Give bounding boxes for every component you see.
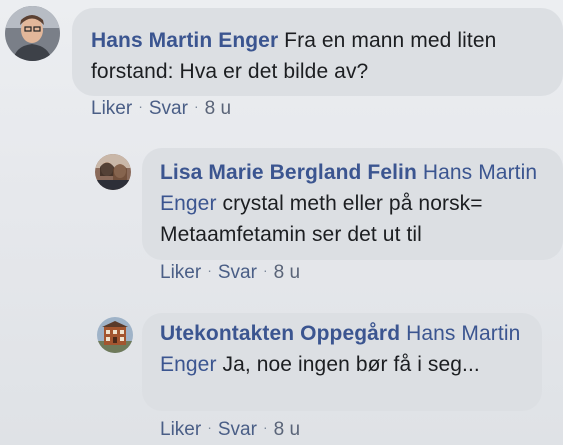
comment-body: Lisa Marie Bergland Felin Hans Martin En… xyxy=(160,157,555,250)
reply-button[interactable]: Svar xyxy=(218,419,257,440)
comment-author-link[interactable]: Utekontakten Oppegård xyxy=(160,322,400,345)
comment-actions: Liker · Svar · 8 u xyxy=(160,419,300,441)
comment-timestamp[interactable]: 8 u xyxy=(274,262,300,283)
avatar[interactable] xyxy=(95,154,131,190)
separator-dot: · xyxy=(262,262,268,278)
reply-button[interactable]: Svar xyxy=(218,262,257,283)
separator-dot: · xyxy=(193,98,199,114)
like-button[interactable]: Liker xyxy=(91,98,132,119)
separator-dot: · xyxy=(207,419,212,435)
comment-actions: Liker · Svar · 8 u xyxy=(160,262,300,284)
separator-dot: · xyxy=(207,262,212,278)
comment-thread: Hans Martin Enger Fra en mann med liten … xyxy=(0,0,563,445)
comment-timestamp[interactable]: 8 u xyxy=(205,98,231,119)
reply-button[interactable]: Svar xyxy=(149,98,188,119)
person-photo-avatar-icon xyxy=(5,6,60,61)
person-photo-avatar-icon xyxy=(95,154,131,190)
comment-body: Hans Martin Enger Fra en mann med liten … xyxy=(91,25,551,87)
like-button[interactable]: Liker xyxy=(160,419,201,440)
avatar[interactable] xyxy=(5,6,60,61)
comment-actions: Liker · Svar · 8 u xyxy=(91,98,231,120)
separator-dot: · xyxy=(138,98,143,114)
like-button[interactable]: Liker xyxy=(160,262,201,283)
building-photo-avatar-icon xyxy=(97,317,133,353)
avatar[interactable] xyxy=(97,317,133,353)
comment-body: Utekontakten Oppegård Hans Martin Enger … xyxy=(160,318,535,380)
comment-author-link[interactable]: Lisa Marie Bergland Felin xyxy=(160,161,417,184)
separator-dot: · xyxy=(262,419,268,435)
comment-author-link[interactable]: Hans Martin Enger xyxy=(91,29,278,52)
comment-text: Ja, noe ingen bør få i seg... xyxy=(216,353,480,376)
comment-timestamp[interactable]: 8 u xyxy=(274,419,300,440)
